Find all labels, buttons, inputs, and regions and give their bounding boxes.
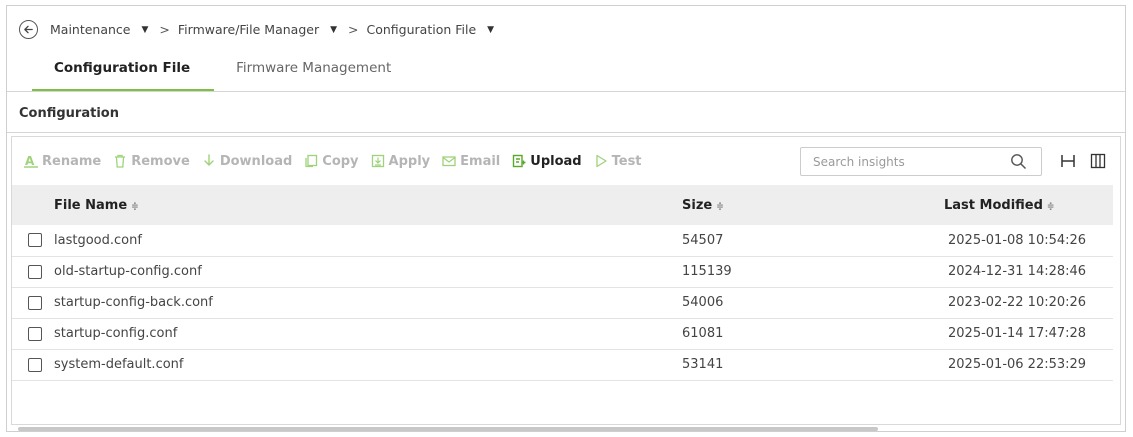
- column-label: Last Modified: [944, 197, 1043, 213]
- size-cell: 54507: [682, 225, 919, 257]
- copy-button[interactable]: Copy: [304, 153, 359, 169]
- column-header-size[interactable]: Size ≑: [682, 185, 919, 225]
- table-row[interactable]: startup-config.conf 61081 2025-01-14 17:…: [12, 318, 1113, 350]
- copy-icon: [304, 154, 318, 168]
- row-checkbox[interactable]: [28, 295, 42, 310]
- breadcrumb-separator: >: [159, 22, 170, 37]
- play-icon: [594, 154, 608, 168]
- rename-label: Rename: [42, 153, 102, 169]
- rename-button[interactable]: A Rename: [24, 154, 101, 169]
- file-name-cell: lastgood.conf: [54, 225, 682, 257]
- apply-icon: [371, 154, 385, 168]
- download-label: Download: [219, 153, 293, 169]
- column-header-last-modified[interactable]: Last Modified ≑: [919, 185, 1113, 225]
- tab-bar: Configuration File Firmware Management: [32, 50, 415, 92]
- table-row[interactable]: system-default.conf 53141 2025-01-06 22:…: [12, 349, 1113, 381]
- download-button[interactable]: Download: [202, 154, 292, 169]
- apply-label: Apply: [388, 153, 431, 169]
- last-modified-cell: 2025-01-06 22:53:29: [919, 349, 1113, 381]
- column-width-icon[interactable]: [1060, 153, 1076, 169]
- svg-text:A: A: [25, 154, 35, 168]
- file-name-cell: old-startup-config.conf: [54, 256, 682, 288]
- breadcrumb-label: Configuration File: [366, 22, 477, 37]
- email-icon: [442, 154, 456, 168]
- remove-label: Remove: [131, 153, 190, 169]
- email-button[interactable]: Email: [442, 154, 500, 169]
- download-icon: [202, 154, 216, 168]
- caret-down-icon: ▼: [487, 24, 495, 35]
- upload-button[interactable]: Upload: [512, 153, 582, 169]
- column-header-file-name[interactable]: File Name ≑: [54, 185, 682, 225]
- row-checkbox[interactable]: [28, 326, 42, 341]
- back-icon[interactable]: [19, 20, 38, 39]
- email-label: Email: [460, 153, 501, 169]
- breadcrumb-label: Maintenance: [50, 22, 131, 37]
- trash-icon: [113, 154, 127, 168]
- horizontal-scrollbar[interactable]: [18, 427, 878, 431]
- size-cell: 115139: [682, 256, 919, 288]
- header-checkbox-cell: [12, 185, 54, 225]
- test-button[interactable]: Test: [594, 154, 642, 169]
- row-checkbox[interactable]: [28, 357, 42, 372]
- tab-configuration-file[interactable]: Configuration File: [32, 50, 215, 92]
- test-label: Test: [611, 153, 642, 169]
- table-row[interactable]: startup-config-back.conf 54006 2023-02-2…: [12, 287, 1113, 319]
- breadcrumb-label: Firmware/File Manager: [177, 22, 320, 37]
- column-label: File Name: [54, 197, 128, 213]
- last-modified-cell: 2023-02-22 10:20:26: [919, 287, 1113, 319]
- row-checkbox[interactable]: [28, 264, 42, 279]
- breadcrumb-configuration-file[interactable]: Configuration File ▼: [367, 22, 495, 37]
- toolbar: A Rename Remove Download Copy Apply Emai…: [12, 137, 1120, 185]
- sort-icon: ≑: [716, 201, 724, 212]
- row-checkbox[interactable]: [28, 233, 42, 248]
- last-modified-cell: 2025-01-14 17:47:28: [919, 318, 1113, 350]
- copy-label: Copy: [322, 153, 359, 169]
- upload-label: Upload: [530, 153, 582, 169]
- file-name-cell: startup-config.conf: [54, 318, 682, 350]
- size-cell: 61081: [682, 318, 919, 350]
- file-name-cell: startup-config-back.conf: [54, 287, 682, 319]
- column-label: Size: [682, 197, 713, 213]
- table-header-row: File Name ≑ Size ≑ Last Modified ≑: [12, 185, 1113, 225]
- tab-firmware-management[interactable]: Firmware Management: [214, 50, 415, 92]
- apply-button[interactable]: Apply: [371, 153, 431, 169]
- configuration-file-page: Maintenance ▼ > Firmware/File Manager ▼ …: [6, 5, 1126, 432]
- configuration-panel: A Rename Remove Download Copy Apply Emai…: [11, 136, 1121, 431]
- caret-down-icon: ▼: [330, 24, 338, 35]
- table-row[interactable]: lastgood.conf 54507 2025-01-08 10:54:26: [12, 225, 1113, 257]
- remove-button[interactable]: Remove: [113, 154, 190, 169]
- search-box: [800, 147, 1042, 176]
- rename-icon: A: [24, 154, 38, 168]
- search-input[interactable]: [801, 154, 991, 169]
- breadcrumb-maintenance[interactable]: Maintenance ▼: [50, 22, 148, 37]
- caret-down-icon: ▼: [141, 24, 149, 35]
- table-row[interactable]: old-startup-config.conf 115139 2024-12-3…: [12, 256, 1113, 288]
- last-modified-cell: 2025-01-08 10:54:26: [919, 225, 1113, 257]
- search-icon[interactable]: [1010, 153, 1027, 170]
- section-title: Configuration: [19, 106, 119, 121]
- breadcrumb: Maintenance ▼ > Firmware/File Manager ▼ …: [19, 20, 494, 39]
- file-name-cell: system-default.conf: [54, 349, 682, 381]
- upload-icon: [512, 154, 526, 168]
- configuration-table: File Name ≑ Size ≑ Last Modified ≑ lastgood…: [12, 185, 1113, 381]
- breadcrumb-separator: >: [348, 22, 359, 37]
- breadcrumb-firmware-file-manager[interactable]: Firmware/File Manager ▼: [178, 22, 337, 37]
- top-bar: Maintenance ▼ > Firmware/File Manager ▼ …: [7, 6, 1125, 94]
- size-cell: 53141: [682, 349, 919, 381]
- size-cell: 54006: [682, 287, 919, 319]
- columns-icon[interactable]: [1090, 153, 1106, 169]
- last-modified-cell: 2024-12-31 14:28:46: [919, 256, 1113, 288]
- sort-icon: ≑: [131, 201, 139, 212]
- divider: [7, 91, 1125, 92]
- divider: [7, 132, 1125, 133]
- sort-icon: ≑: [1046, 201, 1055, 212]
